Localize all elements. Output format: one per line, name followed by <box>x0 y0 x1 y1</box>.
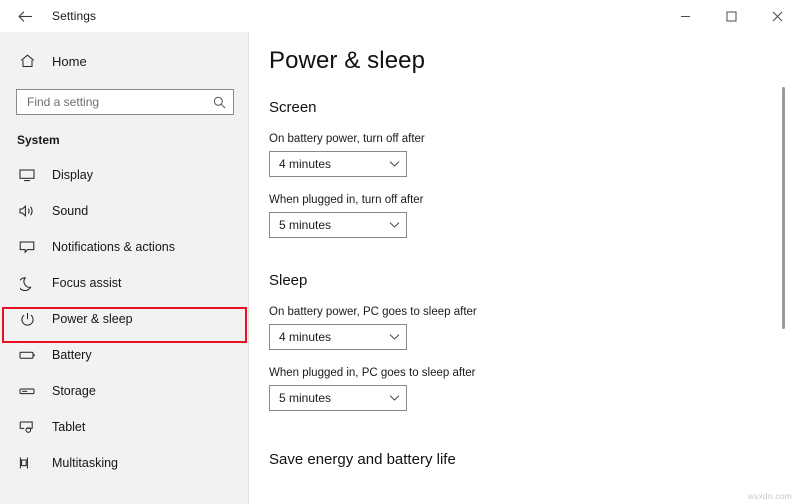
sidebar-item-label: Display <box>52 168 93 182</box>
section-heading-sleep: Sleep <box>269 272 308 289</box>
field-label: When plugged in, PC goes to sleep after <box>269 367 476 379</box>
battery-icon <box>17 345 37 365</box>
sidebar-item-multitasking[interactable]: Multitasking <box>0 445 248 481</box>
sidebar-item-label: Storage <box>52 384 96 398</box>
multitasking-icon <box>17 453 37 473</box>
tablet-icon <box>17 417 37 437</box>
back-arrow-icon[interactable] <box>8 1 42 31</box>
window-controls <box>662 0 800 32</box>
sleep-plugged-timeout-dropdown[interactable]: 5 minutes <box>269 385 407 411</box>
close-button[interactable] <box>754 0 800 32</box>
field-label: On battery power, turn off after <box>269 133 425 145</box>
monitor-icon <box>17 165 37 185</box>
sidebar-item-power-and-sleep[interactable]: Power & sleep <box>0 301 248 337</box>
sidebar-item-label: Notifications & actions <box>52 240 175 254</box>
title-bar: Settings <box>0 0 800 32</box>
screen-battery-timeout-dropdown[interactable]: 4 minutes <box>269 151 407 177</box>
notification-icon <box>17 237 37 257</box>
sidebar-item-tablet[interactable]: Tablet <box>0 409 248 445</box>
speaker-icon <box>17 201 37 221</box>
moon-icon <box>17 273 37 293</box>
search-icon <box>213 96 226 109</box>
minimize-button[interactable] <box>662 0 708 32</box>
power-icon <box>17 309 37 329</box>
maximize-button[interactable] <box>708 0 754 32</box>
dropdown-value: 5 minutes <box>279 391 332 405</box>
screen-plugged-timeout-dropdown[interactable]: 5 minutes <box>269 212 407 238</box>
sidebar-item-notifications[interactable]: Notifications & actions <box>0 229 248 265</box>
chevron-down-icon <box>389 160 400 168</box>
dropdown-value: 4 minutes <box>279 157 332 171</box>
window-body: Home System Displa <box>0 32 800 504</box>
settings-window: Settings Home Find a setting System Disp… <box>0 0 800 504</box>
sidebar-item-home[interactable]: Home <box>0 46 248 76</box>
watermark: wsxdn.com <box>747 491 792 501</box>
main-content: Power & sleep Screen On battery power, t… <box>249 32 800 504</box>
sleep-battery-timeout-dropdown[interactable]: 4 minutes <box>269 324 407 350</box>
content-scrollbar-thumb[interactable] <box>782 87 785 329</box>
chevron-down-icon <box>389 221 400 229</box>
sidebar-nav-list: Display Sound Notifications & actions Fo… <box>0 157 248 481</box>
chevron-down-icon <box>389 394 400 402</box>
sidebar-group-title: System <box>17 133 60 147</box>
home-icon <box>17 51 37 71</box>
sidebar-item-storage[interactable]: Storage <box>0 373 248 409</box>
sidebar: Home System Displa <box>0 32 249 504</box>
page-title: Power & sleep <box>269 47 426 74</box>
chevron-down-icon <box>389 333 400 341</box>
sidebar-item-label: Power & sleep <box>52 312 133 326</box>
sidebar-item-sound[interactable]: Sound <box>0 193 248 229</box>
sidebar-item-label: Sound <box>52 204 89 218</box>
sidebar-item-label: Tablet <box>52 420 86 434</box>
field-label: On battery power, PC goes to sleep after <box>269 306 477 318</box>
window-title: Settings <box>52 9 97 23</box>
search-box[interactable] <box>16 89 234 115</box>
section-heading-save-energy: Save energy and battery life <box>269 451 456 468</box>
storage-icon <box>17 381 37 401</box>
sidebar-item-label: Focus assist <box>52 276 122 290</box>
sidebar-home-label: Home <box>52 53 87 69</box>
field-label: When plugged in, turn off after <box>269 194 424 206</box>
sidebar-item-label: Multitasking <box>52 456 118 470</box>
dropdown-value: 4 minutes <box>279 330 332 344</box>
dropdown-value: 5 minutes <box>279 218 332 232</box>
sidebar-item-focus-assist[interactable]: Focus assist <box>0 265 248 301</box>
section-heading-screen: Screen <box>269 99 317 116</box>
sidebar-item-display[interactable]: Display <box>0 157 248 193</box>
sidebar-item-battery[interactable]: Battery <box>0 337 248 373</box>
sidebar-item-label: Battery <box>52 348 92 362</box>
search-input[interactable] <box>27 90 213 114</box>
